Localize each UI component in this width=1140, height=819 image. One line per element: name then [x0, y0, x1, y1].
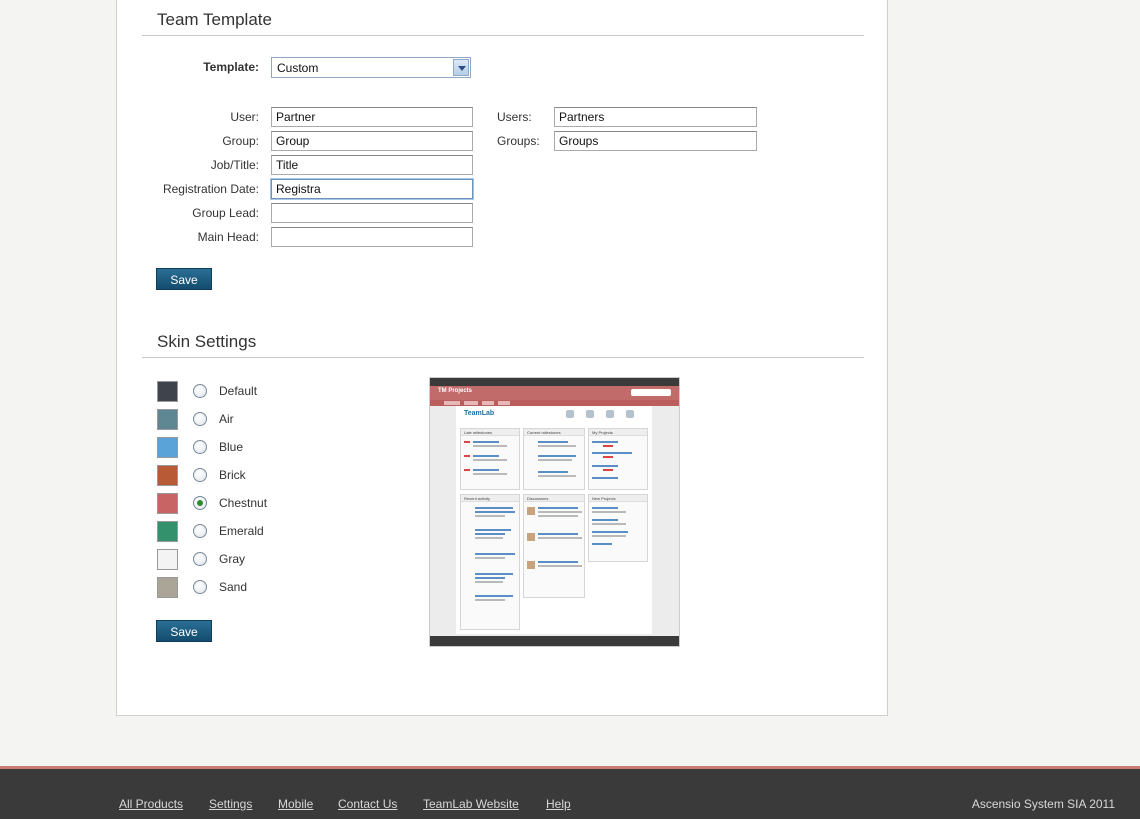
main-head-label: Main Head:	[197, 230, 259, 244]
skin-swatch-gray	[157, 549, 178, 570]
skin-swatch-blue	[157, 437, 178, 458]
skin-label-brick: Brick	[219, 468, 246, 482]
skin-radio-air[interactable]	[193, 412, 207, 426]
copyright-text: Ascensio System SIA 2011	[971, 797, 1115, 811]
users-input[interactable]: Partners	[554, 107, 757, 127]
skin-label-emerald: Emerald	[219, 524, 264, 538]
skin-radio-sand[interactable]	[193, 580, 207, 594]
team-template-title: Team Template	[157, 10, 272, 29]
template-select-value: Custom	[277, 61, 319, 75]
chevron-down-icon[interactable]	[453, 59, 469, 76]
footer-link-contact-us[interactable]: Contact Us	[338, 797, 397, 811]
preview-tab	[444, 401, 460, 405]
registration-date-label: Registration Date:	[162, 182, 259, 196]
skin-label-chestnut: Chestnut	[219, 496, 268, 510]
preview-widget: My Projects	[588, 428, 648, 490]
user-label: User:	[230, 110, 259, 124]
job-title-label: Job/Title:	[210, 158, 259, 172]
groups-label: Groups:	[497, 134, 540, 148]
skin-swatch-emerald	[157, 521, 178, 542]
group-input[interactable]: Group	[271, 131, 473, 151]
skin-settings-title: Skin Settings	[157, 332, 257, 351]
preview-header: TM Projects	[430, 386, 679, 400]
skin-label-blue: Blue	[219, 440, 244, 454]
skin-radio-emerald[interactable]	[193, 524, 207, 538]
skin-label-default: Default	[219, 384, 258, 398]
skin-radio-chestnut[interactable]	[193, 496, 207, 510]
preview-widget-title: Late milestones	[464, 430, 493, 435]
preview-tab	[464, 401, 478, 405]
team-template-divider	[142, 35, 864, 36]
skin-label-gray: Gray	[219, 552, 246, 566]
preview-tab	[482, 401, 494, 405]
preview-footer	[430, 636, 679, 646]
template-label: Template:	[203, 60, 259, 74]
skin-swatch-brick	[157, 465, 178, 486]
settings-panel: Team Template Template: Custom User: Par…	[116, 0, 888, 716]
job-title-input[interactable]: Title	[271, 155, 473, 175]
footer-link-all-products[interactable]: All Products	[119, 797, 183, 811]
skin-radio-brick[interactable]	[193, 468, 207, 482]
main-head-input[interactable]	[271, 227, 473, 247]
preview-search-box	[631, 389, 671, 396]
footer-link-teamlab-website[interactable]: TeamLab Website	[423, 797, 519, 811]
preview-topbar	[430, 378, 679, 386]
preview-widget-title: My Projects	[592, 430, 613, 435]
skin-save-button[interactable]: Save	[156, 620, 212, 642]
skin-swatch-default	[157, 381, 178, 402]
group-lead-label: Group Lead:	[192, 206, 259, 220]
preview-widget: Recent activity	[460, 494, 520, 630]
preview-header-title: TM Projects	[438, 388, 473, 394]
preview-widget-title: Recent activity	[464, 496, 491, 501]
users-label: Users:	[497, 110, 532, 124]
group-lead-input[interactable]	[271, 203, 473, 223]
skin-settings-divider	[142, 357, 864, 358]
preview-widget: Late milestones	[460, 428, 520, 490]
skin-swatch-chestnut	[157, 493, 178, 514]
template-select[interactable]: Custom	[271, 57, 471, 78]
preview-widget-title: Discussions	[527, 496, 549, 501]
skin-preview-image: TM Projects TeamLab Late milestones Curr…	[429, 377, 680, 647]
footer-link-help[interactable]: Help	[546, 797, 571, 811]
footer-link-settings[interactable]: Settings	[209, 797, 252, 811]
registration-date-input[interactable]: Registra	[271, 179, 473, 199]
preview-toolbar-icon	[586, 410, 594, 418]
footer: All Products Settings Mobile Contact Us …	[0, 766, 1140, 819]
preview-widget: Discussions	[523, 494, 585, 598]
skin-radio-default[interactable]	[193, 384, 207, 398]
skin-label-sand: Sand	[219, 580, 248, 594]
preview-toolbar-icon	[566, 410, 574, 418]
preview-logo: TeamLab	[464, 410, 495, 417]
preview-toolbar-icon	[626, 410, 634, 418]
groups-input[interactable]: Groups	[554, 131, 757, 151]
preview-widget: Current milestones	[523, 428, 585, 490]
preview-toolbar-icon	[606, 410, 614, 418]
preview-widget-title: New Projects	[592, 496, 616, 501]
footer-link-mobile[interactable]: Mobile	[278, 797, 313, 811]
team-template-save-button[interactable]: Save	[156, 268, 212, 290]
preview-tab	[498, 401, 510, 405]
user-input[interactable]: Partner	[271, 107, 473, 127]
skin-swatch-air	[157, 409, 178, 430]
skin-radio-gray[interactable]	[193, 552, 207, 566]
skin-label-air: Air	[219, 412, 234, 426]
preview-widget: New Projects	[588, 494, 648, 562]
skin-swatch-sand	[157, 577, 178, 598]
group-label: Group:	[222, 134, 259, 148]
skin-radio-blue[interactable]	[193, 440, 207, 454]
preview-content: TeamLab Late milestones Current mileston…	[456, 406, 652, 634]
preview-widget-title: Current milestones	[527, 430, 561, 435]
